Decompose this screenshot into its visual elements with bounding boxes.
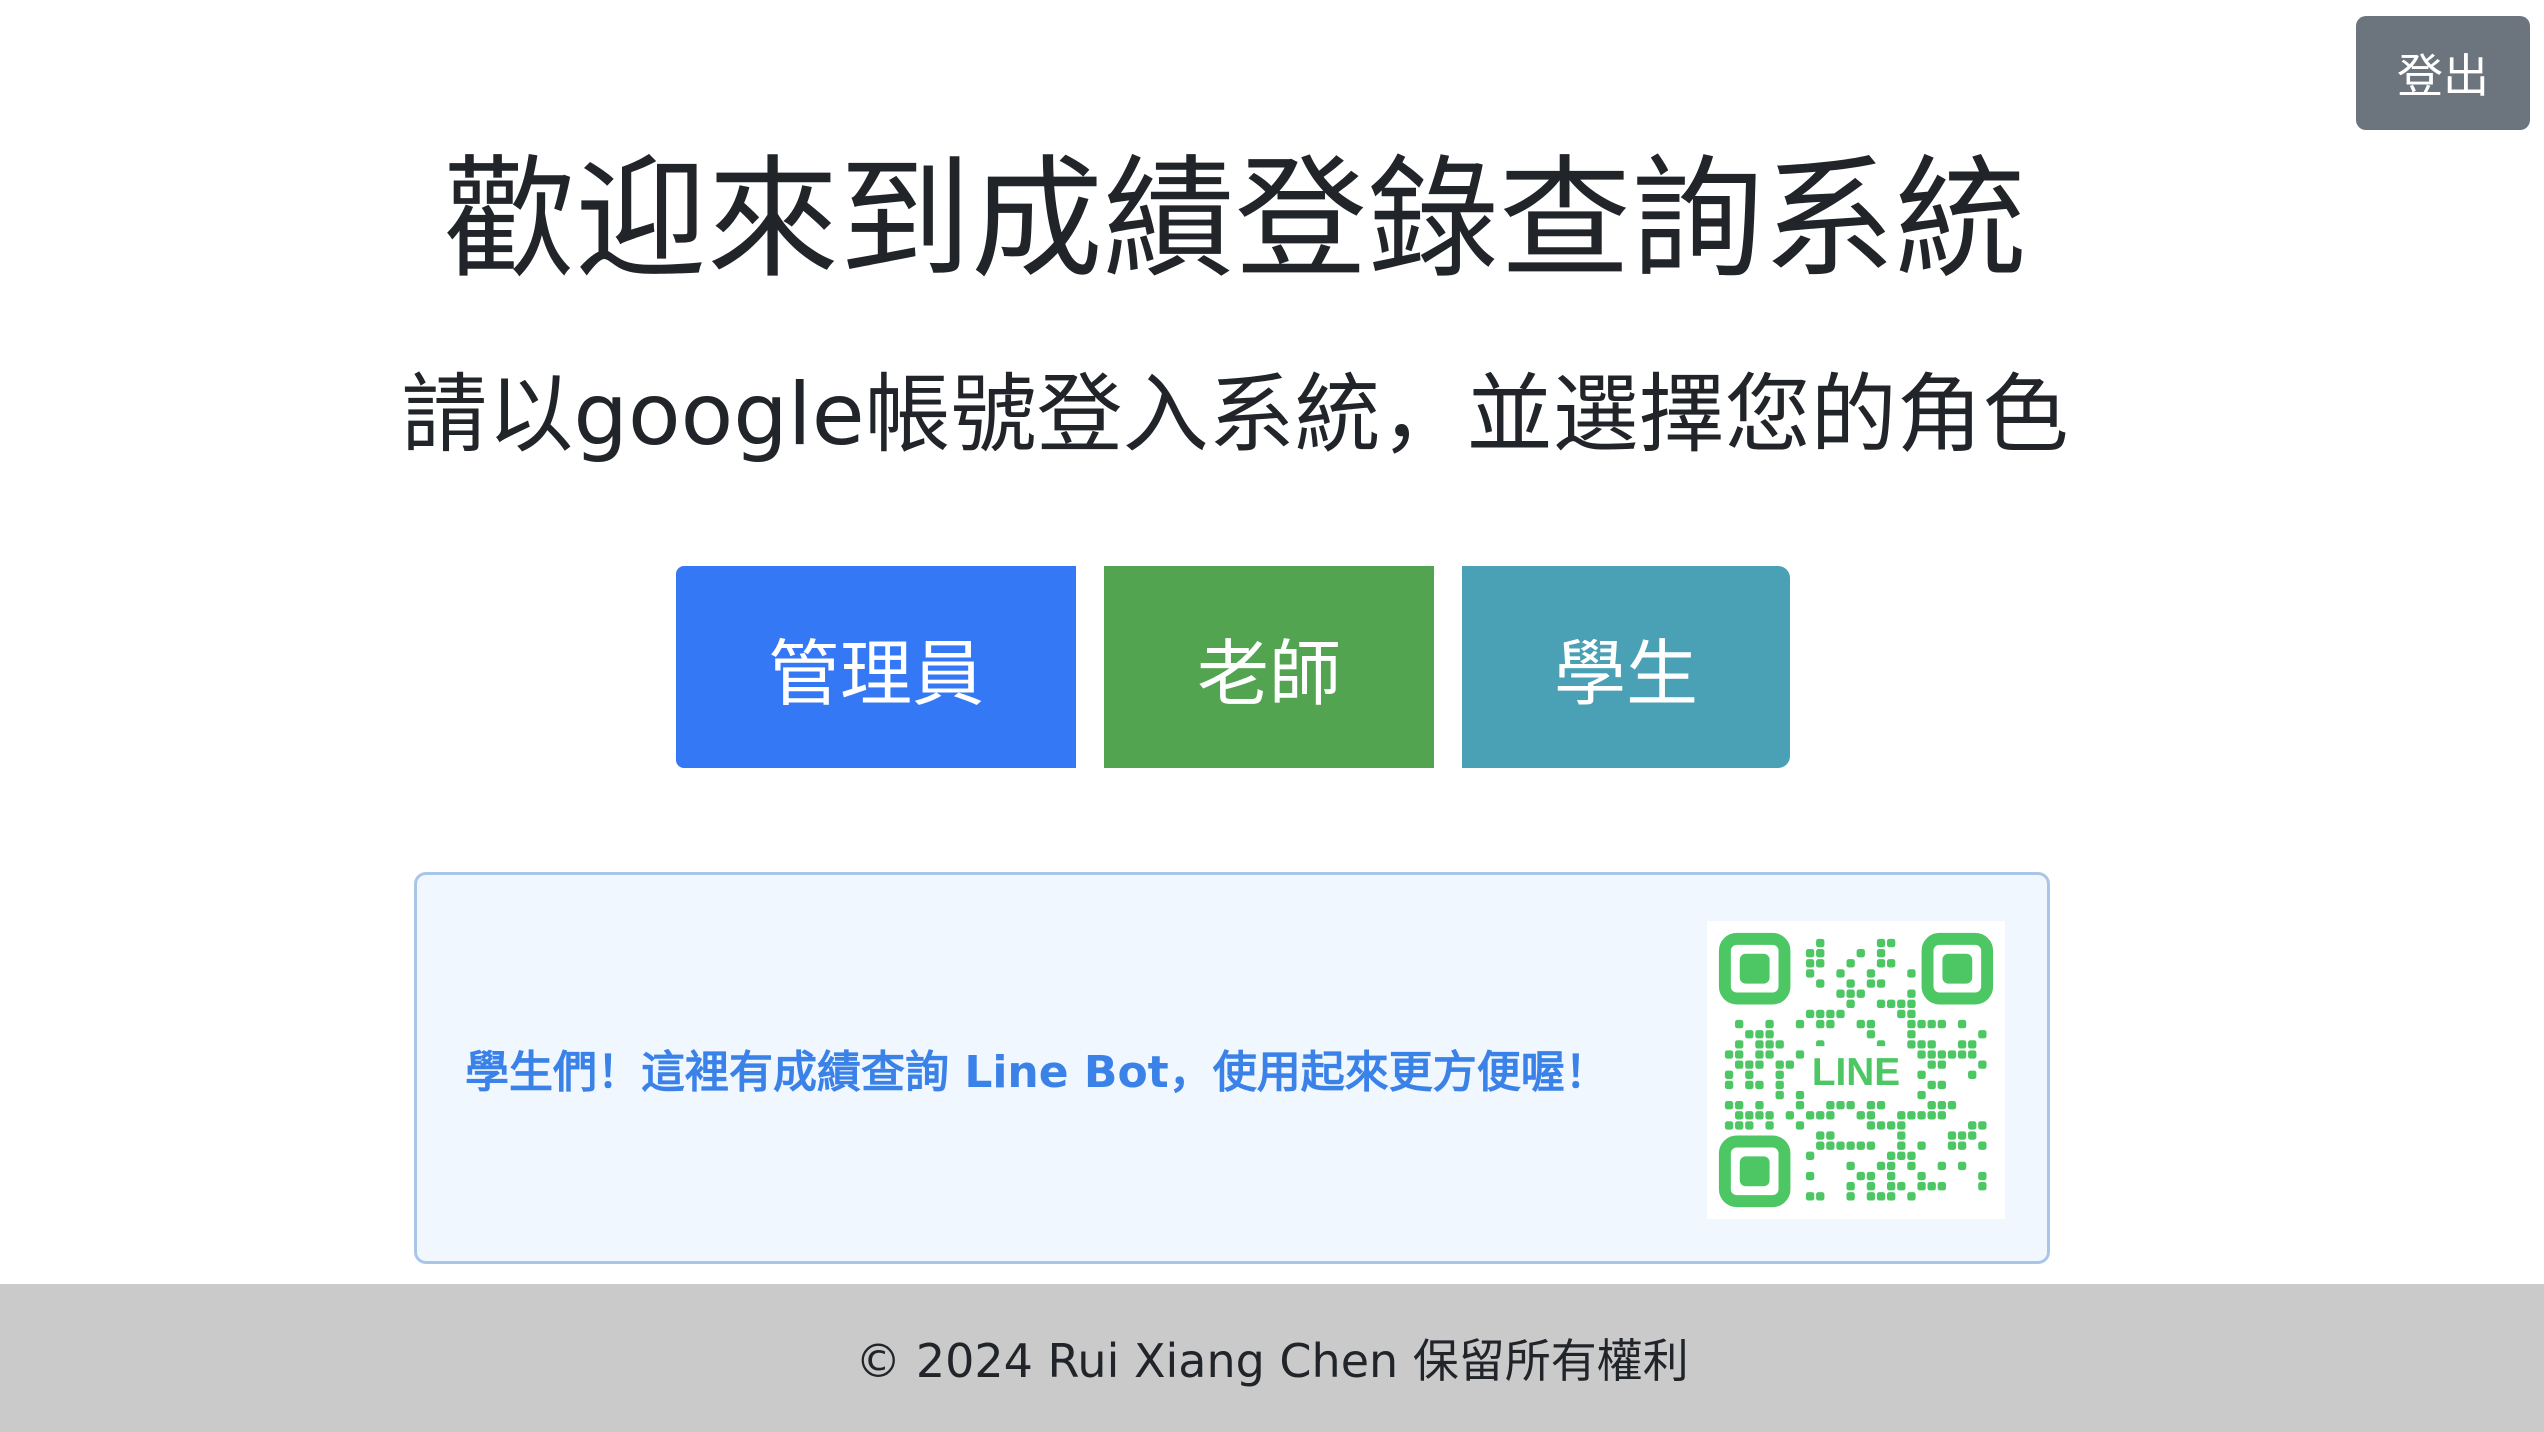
admin-role-button[interactable]: 管理員 — [676, 566, 1076, 768]
page-title: 歡迎來到成績登錄查詢系統 — [443, 143, 2027, 297]
student-role-button[interactable]: 學生 — [1462, 566, 1790, 768]
teacher-role-button[interactable]: 老師 — [1104, 566, 1434, 768]
qr-line-label: LINE — [1812, 1051, 1900, 1094]
logout-button[interactable]: 登出 — [2356, 16, 2530, 130]
line-bot-promo: 學生們！這裡有成績查詢 Line Bot，使用起來更方便喔！ LINE — [414, 872, 2050, 1264]
footer: © 2024 Rui Xiang Chen 保留所有權利 — [0, 1284, 2544, 1432]
line-qr-code-icon: LINE — [1707, 921, 2005, 1219]
copyright-text: © 2024 Rui Xiang Chen 保留所有權利 — [855, 1334, 1689, 1388]
page-subtitle: 請以google帳號登入系統，並選擇您的角色 — [401, 365, 2069, 465]
line-bot-promo-text: 學生們！這裡有成績查詢 Line Bot，使用起來更方便喔！ — [465, 1047, 1609, 1098]
page: 登出 歡迎來到成績登錄查詢系統 請以google帳號登入系統，並選擇您的角色 管… — [0, 0, 2544, 1432]
